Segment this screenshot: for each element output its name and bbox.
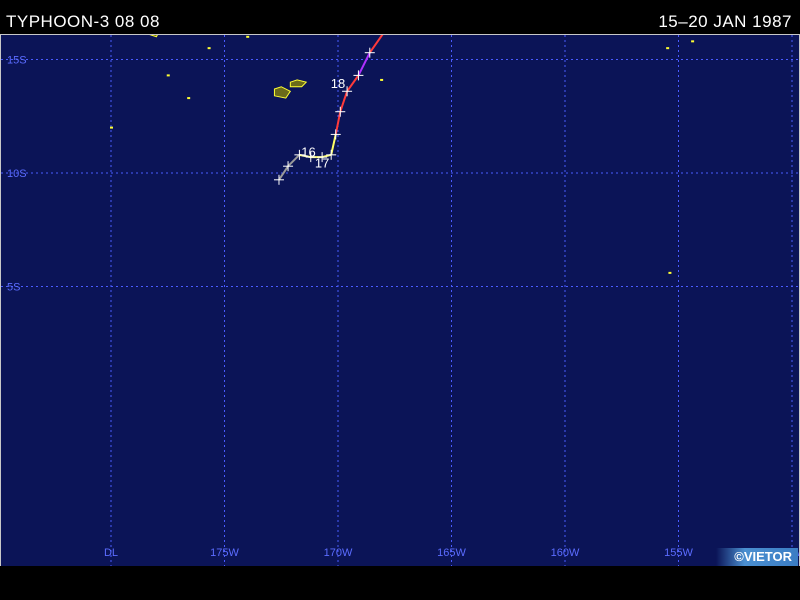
islet [691,40,695,43]
island-samoa-upolu [289,79,308,88]
lon-label: 170W [324,547,353,559]
credit-badge: ©VIETOR [716,548,798,566]
grid-layer [1,35,799,567]
header-bar: TYPHOON-3 08 08 15–20 JAN 1987 [0,0,800,34]
storm-track [273,35,384,185]
storm-title: TYPHOON-3 08 08 [6,12,160,31]
islet [110,126,113,129]
islet [380,78,384,81]
track-segment [346,74,360,92]
day-label: 17 [315,156,329,171]
lat-label: 15S [7,55,27,67]
track-segment [368,35,384,54]
map-canvas: 5S10S15S20S25SDL175W170W165W160W155W150W… [1,35,799,567]
land-layer [110,35,695,274]
islet [207,47,211,50]
track-point-marker [330,129,341,140]
date-range: 15–20 JAN 1987 [658,12,792,31]
footer-bar [0,566,800,600]
islet [246,35,250,38]
lat-label: 5S [7,282,20,294]
lon-label: 155W [664,547,693,559]
lon-label: DL [104,547,118,559]
lon-label: 175W [210,547,239,559]
day-label: 16 [301,144,315,159]
label-layer: 5S10S15S20S25SDL175W170W165W160W155W150W… [7,55,799,560]
lon-label: 165W [437,547,466,559]
track-segment [339,90,349,113]
track-segment [287,154,301,167]
track-segment [357,52,371,76]
islet [187,97,191,100]
lon-label: 160W [551,547,580,559]
day-label: 18 [331,76,345,91]
track-map: 5S10S15S20S25SDL175W170W165W160W155W150W… [0,34,800,568]
track-segment [330,134,337,156]
track-point-marker [335,106,346,117]
islet [668,271,672,274]
island-fiji-vanua-levu [149,35,158,38]
islet [166,74,170,77]
island-samoa-west [273,86,292,99]
lat-label: 10S [7,168,27,180]
islet [666,47,670,50]
